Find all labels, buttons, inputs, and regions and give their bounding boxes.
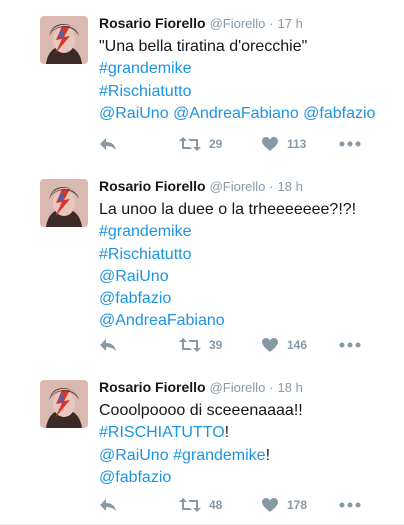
tweet[interactable]: Rosario Fiorello @Fiorello · 17 h "Una bel…	[0, 0, 404, 164]
retweet-icon	[179, 338, 201, 352]
tweet-text-line: @RaiUno	[99, 266, 356, 288]
avatar-image	[40, 380, 88, 428]
author-handle[interactable]: @Fiorello	[210, 16, 266, 31]
tweet-text-line: @fabfazio	[99, 288, 356, 310]
retweet-button[interactable]: 48	[179, 495, 222, 515]
tweet-header: Rosario Fiorello @Fiorello · 18 h	[99, 177, 303, 196]
avatar-image	[40, 16, 88, 64]
tweet-text-line: @RaiUno #grandemike!	[99, 445, 303, 467]
tweet-text-line: @RaiUno @AndreaFabiano @fabfazio	[99, 103, 375, 125]
heart-icon	[262, 137, 278, 151]
tweet-actions: 48 178	[99, 495, 399, 515]
like-button[interactable]: 113	[261, 134, 306, 154]
tweet-header: Rosario Fiorello @Fiorello · 17 h	[99, 14, 303, 33]
tweet-link[interactable]: @fabfazio	[99, 290, 171, 307]
tweet-header: Rosario Fiorello @Fiorello · 18 h	[99, 378, 303, 397]
author-handle[interactable]: @Fiorello	[210, 380, 266, 395]
reply-button[interactable]	[99, 335, 117, 355]
tweet-text-line: "Una bella tiratina d'orecchie"	[99, 36, 375, 58]
tweet-text-line: #grandemike	[99, 221, 356, 243]
more-dots-icon	[339, 342, 361, 348]
tweet-link[interactable]: @RaiUno	[99, 105, 169, 122]
tweet-text-line: #grandemike	[99, 58, 375, 80]
separator-dot: ·	[269, 16, 274, 31]
tweet-link[interactable]: @AndreaFabiano	[99, 312, 225, 329]
reply-icon	[100, 339, 116, 351]
like-count: 178	[287, 498, 308, 512]
retweet-button[interactable]: 29	[179, 134, 222, 154]
avatar[interactable]	[40, 380, 88, 428]
reply-button[interactable]	[99, 495, 117, 515]
tweet-text-line: Cooolpoooo di sceeenaaaa!!	[99, 400, 303, 422]
tweet-link[interactable]: @RaiUno	[99, 268, 169, 285]
tweet-actions: 29 113	[99, 134, 399, 154]
retweet-icon	[179, 498, 201, 512]
author-name[interactable]: Rosario Fiorello	[99, 178, 206, 194]
tweet-text-segment: Cooolpoooo di sceeenaaaa!!	[99, 402, 303, 419]
separator-dot: ·	[269, 179, 274, 194]
heart-icon	[262, 338, 278, 352]
tweet-text-line: #Rischiatutto	[99, 244, 356, 266]
retweet-count: 48	[209, 498, 223, 512]
more-dots-icon	[339, 141, 361, 147]
reply-icon	[100, 499, 116, 511]
reply-icon	[100, 138, 116, 150]
retweet-count: 39	[209, 338, 223, 352]
tweet-text-segment: La unoo la duee o la trheeeeeee?!?!	[99, 201, 357, 218]
like-count: 113	[287, 137, 307, 151]
tweet-link[interactable]: #grandemike	[99, 60, 192, 77]
author-name[interactable]: Rosario Fiorello	[99, 15, 206, 31]
retweet-button[interactable]: 39	[179, 335, 222, 355]
tweet[interactable]: Rosario Fiorello @Fiorello · 18 h La unoo …	[0, 163, 404, 365]
more-button[interactable]	[339, 495, 361, 515]
author-handle[interactable]: @Fiorello	[210, 179, 266, 194]
separator-dot: ·	[269, 380, 274, 395]
tweet-text-line: #RISCHIATUTTO!	[99, 422, 303, 444]
tweet-text-line: #Rischiatutto	[99, 81, 375, 103]
avatar[interactable]	[40, 179, 88, 227]
tweet-link[interactable]: @RaiUno	[99, 447, 169, 464]
tweet-text-line: @AndreaFabiano	[99, 310, 356, 332]
timestamp[interactable]: 18 h	[278, 380, 303, 395]
avatar-image	[40, 179, 88, 227]
more-button[interactable]	[339, 335, 361, 355]
avatar[interactable]	[40, 16, 88, 64]
retweet-icon	[179, 137, 201, 151]
tweet-link[interactable]: @AndreaFabiano	[173, 105, 299, 122]
tweet-link[interactable]: #grandemike	[173, 447, 266, 464]
tweet-link[interactable]: #Rischiatutto	[99, 246, 192, 263]
tweet-actions: 39 146	[99, 335, 399, 355]
tweet-link[interactable]: #Rischiatutto	[99, 83, 192, 100]
tweet-text: "Una bella tiratina d'orecchie" #grandemi…	[99, 36, 375, 125]
tweet-link[interactable]: @fabfazio	[99, 469, 171, 486]
more-dots-icon	[339, 502, 361, 508]
timestamp[interactable]: 17 h	[278, 16, 303, 31]
tweet-text-segment: !	[224, 424, 230, 442]
more-button[interactable]	[339, 134, 361, 154]
tweet[interactable]: Rosario Fiorello @Fiorello · 18 h Cooolpoo…	[0, 364, 404, 525]
tweet-text: La unoo la duee o la trheeeeeee?!?! #gran…	[99, 199, 356, 333]
tweet-link[interactable]: @fabfazio	[303, 105, 375, 122]
tweet-link[interactable]: #RISCHIATUTTO	[99, 424, 225, 441]
tweet-text-segment: "Una bella tiratina d'orecchie"	[99, 38, 308, 55]
reply-button[interactable]	[99, 134, 117, 154]
like-count: 146	[287, 338, 308, 352]
tweet-link[interactable]: #grandemike	[99, 223, 192, 240]
author-name[interactable]: Rosario Fiorello	[99, 379, 206, 395]
heart-icon	[262, 498, 278, 512]
like-button[interactable]: 146	[261, 335, 307, 355]
timestamp[interactable]: 18 h	[278, 179, 303, 194]
tweet-text-line: @fabfazio	[99, 467, 303, 489]
tweet-text: Cooolpoooo di sceeenaaaa!! #RISCHIATUTTO!…	[99, 400, 303, 489]
like-button[interactable]: 178	[261, 495, 307, 515]
tweet-text-segment: !	[265, 446, 271, 464]
retweet-count: 29	[209, 137, 223, 151]
tweet-text-line: La unoo la duee o la trheeeeeee?!?!	[99, 199, 356, 221]
